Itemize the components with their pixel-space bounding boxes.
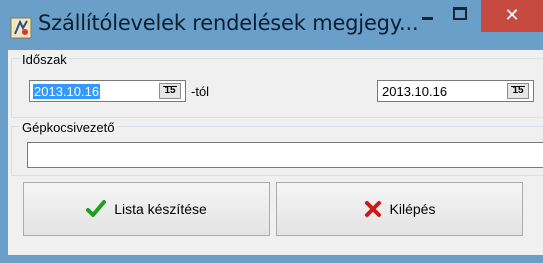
dialog-window: Szállítólevelek rendelések megjegy... ✕ …	[0, 0, 543, 263]
create-list-button[interactable]: Lista készítése	[23, 182, 270, 236]
from-suffix-label: -tól	[191, 84, 210, 99]
exit-button[interactable]: Kilépés	[276, 182, 523, 236]
to-date-picker[interactable]: 2013.10.16 15	[377, 80, 534, 102]
window-border-left	[0, 50, 8, 263]
app-icon	[10, 16, 32, 40]
calendar-icon: 15	[512, 85, 524, 96]
from-date-picker[interactable]: 2013.10.16 15	[29, 80, 186, 102]
period-group-label: Időszak	[20, 52, 69, 67]
minimize-button[interactable]	[415, 0, 441, 32]
close-button[interactable]: ✕	[481, 0, 543, 32]
close-icon: ✕	[504, 5, 520, 26]
to-date-value: 2013.10.16	[382, 84, 448, 99]
maximize-button[interactable]	[447, 0, 473, 32]
window-border-bottom	[0, 255, 543, 263]
driver-group-label: Gépkocsivezető	[20, 120, 117, 135]
title-bar[interactable]: Szállítólevelek rendelések megjegy... ✕	[0, 0, 543, 50]
checkmark-icon	[86, 200, 107, 218]
from-calendar-button[interactable]: 15	[159, 83, 181, 99]
calendar-icon: 15	[164, 85, 176, 96]
client-area: Időszak 2013.10.16 15 -tól 2013.10.16 15…	[8, 50, 543, 255]
red-x-icon	[364, 200, 382, 218]
exit-label: Kilépés	[389, 201, 436, 217]
driver-input[interactable]	[27, 142, 543, 168]
window-title: Szállítólevelek rendelések megjegy...	[38, 11, 419, 35]
to-calendar-button[interactable]: 15	[507, 83, 529, 99]
from-date-value: 2013.10.16	[33, 84, 101, 99]
create-list-label: Lista készítése	[114, 201, 207, 217]
